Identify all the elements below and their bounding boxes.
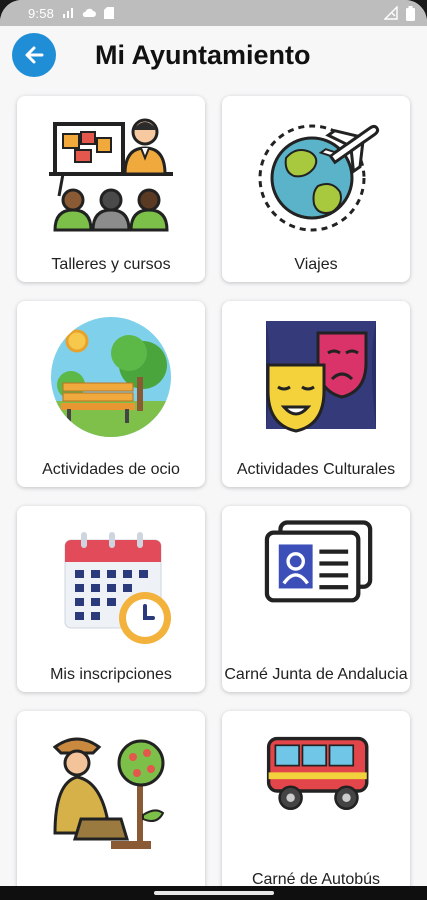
tile-viajes[interactable]: Viajes bbox=[222, 96, 410, 282]
status-left: 9:58 bbox=[28, 5, 115, 21]
phone-screen: 9:58 Mi Ayuntamiento Talleres y cursos V… bbox=[0, 0, 427, 900]
id-card-icon bbox=[264, 520, 373, 603]
back-button[interactable] bbox=[12, 33, 56, 77]
tile-label: Talleres y cursos bbox=[51, 256, 171, 273]
cell-signal-icon bbox=[384, 6, 398, 20]
park-bench-icon bbox=[51, 317, 171, 437]
menu-grid: Talleres y cursos Viajes Actividades de … bbox=[0, 84, 427, 900]
tile-label: Viajes bbox=[294, 256, 338, 273]
tile-carne-de-autobus[interactable]: Carné de Autobús bbox=[222, 711, 410, 897]
home-handle[interactable] bbox=[153, 891, 274, 895]
tile-label: Mis inscripciones bbox=[50, 666, 172, 683]
tile-carne-junta-de-andalucia[interactable]: Carné Junta de Andalucia bbox=[222, 506, 410, 692]
bus-icon bbox=[266, 736, 369, 811]
sd-card-icon bbox=[104, 7, 115, 19]
tile-talleres-y-cursos[interactable]: Talleres y cursos bbox=[17, 96, 205, 282]
tile-actividades-de-ocio[interactable]: Actividades de ocio bbox=[17, 301, 205, 487]
workshop-presentation-icon bbox=[49, 118, 173, 232]
tile-huerto[interactable] bbox=[17, 711, 205, 897]
app-header: Mi Ayuntamiento bbox=[0, 26, 427, 84]
tile-label: Actividades Culturales bbox=[236, 461, 396, 478]
tile-label: Carné Junta de Andalucia bbox=[224, 666, 408, 683]
status-right bbox=[384, 5, 415, 21]
calendar-clock-icon bbox=[64, 532, 171, 644]
arrow-left-icon bbox=[25, 46, 44, 64]
tile-actividades-culturales[interactable]: Actividades Culturales bbox=[222, 301, 410, 487]
tile-mis-inscripciones[interactable]: Mis inscripciones bbox=[17, 506, 205, 692]
battery-icon bbox=[406, 5, 415, 21]
status-time: 9:58 bbox=[28, 5, 55, 21]
globe-airplane-icon bbox=[258, 124, 380, 232]
cloud-icon bbox=[82, 8, 97, 17]
tile-label: Actividades de ocio bbox=[42, 461, 180, 478]
page-title: Mi Ayuntamiento bbox=[95, 39, 311, 70]
system-nav-bar bbox=[0, 886, 427, 900]
signal-icon bbox=[63, 8, 74, 18]
gardener-tree-icon bbox=[52, 737, 165, 849]
status-bar: 9:58 bbox=[0, 0, 427, 26]
theater-masks-icon bbox=[266, 321, 376, 433]
